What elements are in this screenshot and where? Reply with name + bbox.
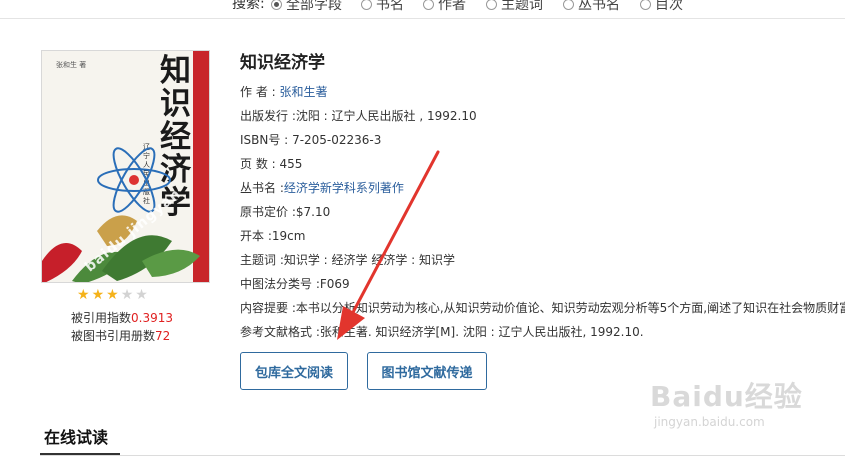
series-link[interactable]: 经济学新学科系列著作 [284, 181, 404, 195]
radio-all-fields-label: 全部字段 [286, 0, 342, 13]
field-abstract-value: 本书以分析知识劳动为核心,从知识劳动价值论、知识劳动宏观分析等5个方面,阐述了知… [295, 301, 845, 315]
radio-subject-label: 主题词 [501, 0, 543, 13]
field-reference: 参考文献格式 :张和生著. 知识经济学[M]. 沈阳 : 辽宁人民出版社, 19… [240, 323, 644, 340]
citation-index: 被引用指数0.3913 [71, 309, 173, 326]
field-clc-label: 中图法分类号 : [240, 277, 320, 291]
field-isbn-value: 7-205-02236-3 [292, 133, 382, 147]
radio-icon[interactable] [423, 0, 434, 10]
field-author-label: 作 者 : [240, 85, 276, 99]
field-author: 作 者 : 张和生著 [240, 83, 328, 100]
field-format-label: 开本 : [240, 229, 272, 243]
field-subject-value: 知识学 : 经济学 经济学 : 知识学 [283, 253, 456, 267]
field-abstract: 内容提要 :本书以分析知识劳动为核心,从知识劳动价值论、知识劳动宏观分析等5个方… [240, 299, 845, 316]
radio-icon[interactable] [640, 0, 651, 10]
field-clc-value: F069 [319, 277, 350, 291]
section-online-preview[interactable]: 在线试读 [44, 424, 108, 448]
field-abstract-label: 内容提要 : [240, 301, 296, 315]
brand-watermark: Baidu经验 jingyan.baidu.com [650, 375, 803, 429]
star-empty-icon: ★ [120, 287, 134, 303]
cover-author: 张和生 著 [56, 61, 87, 69]
radio-icon[interactable] [486, 0, 497, 10]
book-citation-label: 被图书引用册数 [71, 329, 156, 343]
book-title: 知识经济学 [240, 53, 325, 73]
field-isbn-label: ISBN号 : [240, 133, 289, 147]
author-link[interactable]: 张和生著 [280, 85, 328, 99]
library-delivery-button[interactable]: 图书馆文献传递 [367, 352, 487, 390]
field-reference-value: 张和生著. 知识经济学[M]. 沈阳 : 辽宁人民出版社, 1992.10. [319, 325, 644, 339]
field-publisher-label: 出版发行 : [240, 109, 296, 123]
brand-watermark-url: jingyan.baidu.com [654, 415, 765, 429]
field-isbn: ISBN号 : 7-205-02236-3 [240, 131, 381, 148]
star-filled-icon: ★ [91, 287, 105, 303]
field-format: 开本 :19cm [240, 227, 305, 244]
book-cover[interactable]: 张和生 著 知识经济学 辽宁人民出版社 baidu jingyan [41, 50, 210, 283]
section-divider [40, 455, 845, 456]
radio-series[interactable]: 丛书名 [563, 0, 620, 14]
radio-toc[interactable]: 目次 [640, 0, 683, 14]
search-label: 搜索: [232, 0, 265, 12]
field-publisher: 出版发行 :沈阳 : 辽宁人民出版社 , 1992.10 [240, 107, 477, 124]
citation-index-label: 被引用指数 [71, 311, 132, 325]
book-citation-count: 被图书引用册数72 [71, 327, 170, 344]
citation-index-value: 0.3913 [131, 311, 174, 325]
radio-author-label: 作者 [438, 0, 466, 13]
radio-subject[interactable]: 主题词 [486, 0, 543, 14]
field-publisher-value: 沈阳 : 辽宁人民出版社 , 1992.10 [295, 109, 477, 123]
field-price-value: $7.10 [295, 205, 331, 219]
field-series: 丛书名 :经济学新学科系列著作 [240, 179, 404, 196]
rating-stars: ★ ★ ★ ★ ★ [77, 288, 148, 302]
field-subject: 主题词 :知识学 : 经济学 经济学 : 知识学 [240, 251, 455, 268]
radio-icon[interactable] [563, 0, 574, 10]
field-subject-label: 主题词 : [240, 253, 284, 267]
star-filled-icon: ★ [106, 287, 119, 303]
radio-series-label: 丛书名 [578, 0, 620, 13]
radio-icon[interactable] [361, 0, 372, 10]
book-citation-value: 72 [155, 329, 171, 343]
field-reference-label: 参考文献格式 : [240, 325, 320, 339]
radio-all-fields[interactable]: 全部字段 [271, 0, 342, 14]
field-pages: 页 数 : 455 [240, 155, 302, 172]
search-filter-bar: 搜索: 全部字段 书名 作者 主题词 丛书名 目次 [0, 0, 845, 19]
field-pages-value: 455 [279, 157, 303, 171]
field-format-value: 19cm [271, 229, 306, 243]
star-empty-icon: ★ [135, 287, 148, 303]
radio-selected-icon[interactable] [271, 0, 282, 10]
field-price-label: 原书定价 : [240, 205, 296, 219]
field-series-label: 丛书名 : [240, 181, 284, 195]
field-price: 原书定价 :$7.10 [240, 203, 330, 220]
brand-watermark-name: Baidu经验 [650, 380, 803, 413]
radio-title[interactable]: 书名 [361, 0, 404, 14]
radio-title-label: 书名 [376, 0, 404, 13]
radio-author[interactable]: 作者 [423, 0, 466, 14]
radio-toc-label: 目次 [655, 0, 683, 13]
read-full-text-button[interactable]: 包库全文阅读 [240, 352, 348, 390]
field-clc: 中图法分类号 :F069 [240, 275, 350, 292]
field-pages-label: 页 数 : [240, 157, 276, 171]
star-filled-icon: ★ [77, 287, 90, 303]
